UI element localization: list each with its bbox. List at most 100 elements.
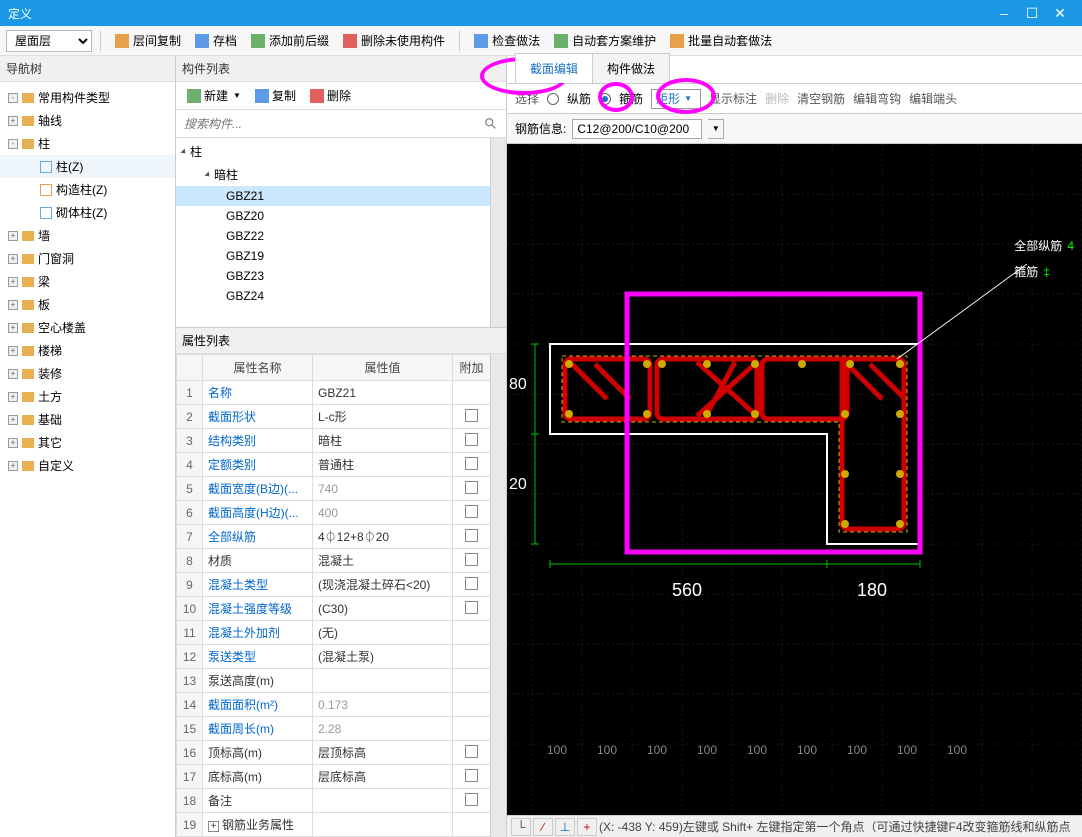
expand-icon[interactable]: - xyxy=(8,93,18,103)
delete-unused-button[interactable]: 删除未使用构件 xyxy=(337,30,451,51)
checkbox[interactable] xyxy=(465,769,478,782)
shape-select[interactable]: 矩形▼ xyxy=(651,89,701,109)
expand-icon[interactable]: + xyxy=(8,231,18,241)
table-row[interactable]: 6截面高度(H边)(...400 xyxy=(177,501,491,525)
nav-item[interactable]: -柱 xyxy=(0,132,175,155)
expand-icon[interactable]: + xyxy=(8,300,18,310)
checkbox[interactable] xyxy=(465,481,478,494)
expand-icon[interactable]: + xyxy=(8,415,18,425)
expand-icon[interactable]: + xyxy=(8,323,18,333)
table-row[interactable]: 19+钢筋业务属性 xyxy=(177,813,491,837)
batch-auto-button[interactable]: 批量自动套做法 xyxy=(664,30,778,51)
copy-button[interactable]: 复制 xyxy=(250,85,301,106)
table-row[interactable]: 9混凝土类型(现浇混凝土碎石<20) xyxy=(177,573,491,597)
expand-icon[interactable]: + xyxy=(8,392,18,402)
check-method-button[interactable]: 检查做法 xyxy=(468,30,546,51)
nav-item[interactable]: +楼梯 xyxy=(0,339,175,362)
rebar-input[interactable] xyxy=(572,119,702,139)
list-root[interactable]: 柱 xyxy=(176,140,506,163)
list-item[interactable]: GBZ19 xyxy=(176,246,506,266)
stirrup-radio[interactable] xyxy=(599,93,611,105)
checkbox[interactable] xyxy=(465,457,478,470)
search-icon[interactable] xyxy=(484,117,498,131)
expand-icon[interactable]: + xyxy=(8,369,18,379)
table-row[interactable]: 17底标高(m)层底标高 xyxy=(177,765,491,789)
checkbox[interactable] xyxy=(465,577,478,590)
nav-item[interactable]: +基础 xyxy=(0,408,175,431)
checkbox[interactable] xyxy=(465,505,478,518)
nav-item[interactable]: +空心楼盖 xyxy=(0,316,175,339)
table-row[interactable]: 14截面面积(m²)0.173 xyxy=(177,693,491,717)
edit-hook-button[interactable]: 编辑弯钩 xyxy=(853,90,901,107)
sb-btn-1[interactable]: └ xyxy=(511,818,531,836)
nav-item[interactable]: +板 xyxy=(0,293,175,316)
expand-icon[interactable]: + xyxy=(8,346,18,356)
list-item[interactable]: GBZ24 xyxy=(176,286,506,306)
table-row[interactable]: 18备注 xyxy=(177,789,491,813)
nav-item[interactable]: +其它 xyxy=(0,431,175,454)
table-row[interactable]: 10混凝土强度等级(C30) xyxy=(177,597,491,621)
expand-icon[interactable]: - xyxy=(8,139,18,149)
tab-method[interactable]: 构件做法 xyxy=(592,53,670,83)
nav-item[interactable]: +自定义 xyxy=(0,454,175,477)
table-row[interactable]: 3结构类别暗柱 xyxy=(177,429,491,453)
search-input[interactable] xyxy=(180,113,502,135)
auto-scheme-button[interactable]: 自动套方案维护 xyxy=(548,30,662,51)
nav-item[interactable]: +轴线 xyxy=(0,109,175,132)
sb-btn-3[interactable]: ⊥ xyxy=(555,818,575,836)
checkbox[interactable] xyxy=(465,409,478,422)
table-row[interactable]: 2截面形状L-c形 xyxy=(177,405,491,429)
expand-icon[interactable]: + xyxy=(8,254,18,264)
expand-icon[interactable]: + xyxy=(8,277,18,287)
table-row[interactable]: 12泵送类型(混凝土泵) xyxy=(177,645,491,669)
canvas[interactable]: 100100100 100100100 100100100 全部纵筋 4 箍筋 … xyxy=(507,144,1082,837)
maximize-button[interactable]: ☐ xyxy=(1018,5,1046,22)
list-item[interactable]: GBZ22 xyxy=(176,226,506,246)
rebar-dropdown[interactable]: ▼ xyxy=(708,119,724,139)
minimize-button[interactable]: – xyxy=(990,5,1018,21)
checkbox[interactable] xyxy=(465,745,478,758)
sb-btn-2[interactable]: ∕ xyxy=(533,818,553,836)
nav-item[interactable]: +梁 xyxy=(0,270,175,293)
nav-item[interactable]: +装修 xyxy=(0,362,175,385)
table-row[interactable]: 15截面周长(m)2.28 xyxy=(177,717,491,741)
long-rebar-radio[interactable] xyxy=(547,93,559,105)
checkbox[interactable] xyxy=(465,529,478,542)
floor-select[interactable]: 屋面层 xyxy=(6,30,92,52)
show-dim-button[interactable]: 显示标注 xyxy=(709,90,757,107)
table-row[interactable]: 7全部纵筋4⏀12+8⏀20 xyxy=(177,525,491,549)
select-tool[interactable]: 选择 xyxy=(515,90,539,107)
sb-btn-4[interactable]: + xyxy=(577,818,597,836)
nav-item[interactable]: -常用构件类型 xyxy=(0,86,175,109)
archive-button[interactable]: 存档 xyxy=(189,30,243,51)
table-row[interactable]: 1名称GBZ21 xyxy=(177,381,491,405)
table-row[interactable]: 4定额类别普通柱 xyxy=(177,453,491,477)
table-row[interactable]: 16顶标高(m)层顶标高 xyxy=(177,741,491,765)
nav-item[interactable]: 砌体柱(Z) xyxy=(0,201,175,224)
close-button[interactable]: ✕ xyxy=(1046,5,1074,22)
table-row[interactable]: 5截面宽度(B边)(...740 xyxy=(177,477,491,501)
tab-section-edit[interactable]: 截面编辑 xyxy=(515,53,593,83)
list-sub[interactable]: 暗柱 xyxy=(176,163,506,186)
nav-item[interactable]: 柱(Z) xyxy=(0,155,175,178)
list-item[interactable]: GBZ23 xyxy=(176,266,506,286)
nav-item[interactable]: 构造柱(Z) xyxy=(0,178,175,201)
clear-rebar-button[interactable]: 清空钢筋 xyxy=(797,90,845,107)
table-row[interactable]: 8材质混凝土 xyxy=(177,549,491,573)
nav-item[interactable]: +门窗洞 xyxy=(0,247,175,270)
expand-icon[interactable]: + xyxy=(8,461,18,471)
expand-icon[interactable]: + xyxy=(8,438,18,448)
checkbox[interactable] xyxy=(465,793,478,806)
table-row[interactable]: 11混凝土外加剂(无) xyxy=(177,621,491,645)
list-item[interactable]: GBZ21 xyxy=(176,186,506,206)
copy-floor-button[interactable]: 层间复制 xyxy=(109,30,187,51)
edit-end-button[interactable]: 编辑端头 xyxy=(909,90,957,107)
checkbox[interactable] xyxy=(465,433,478,446)
checkbox[interactable] xyxy=(465,553,478,566)
checkbox[interactable] xyxy=(465,601,478,614)
list-item[interactable]: GBZ20 xyxy=(176,206,506,226)
new-button[interactable]: 新建▼ xyxy=(182,85,246,106)
nav-item[interactable]: +土方 xyxy=(0,385,175,408)
delete-button[interactable]: 删除 xyxy=(305,85,356,106)
expand-icon[interactable]: + xyxy=(8,116,18,126)
